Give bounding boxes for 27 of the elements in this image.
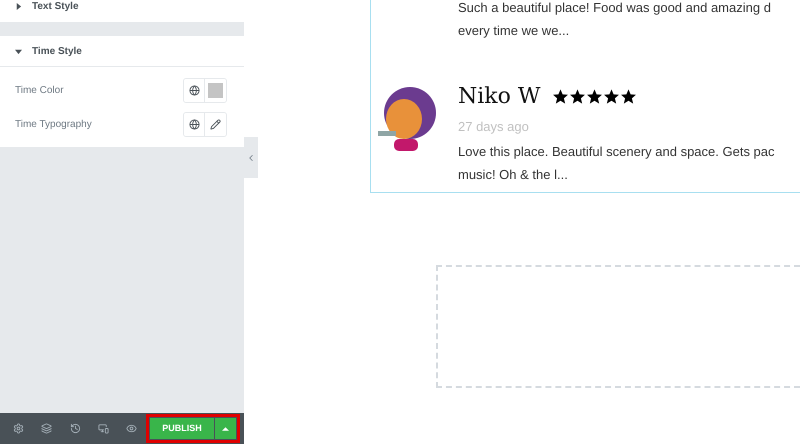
caret-right-icon <box>15 3 22 10</box>
review-time: 27 days ago <box>458 118 530 136</box>
caret-down-icon <box>15 48 22 54</box>
control-group[interactable] <box>183 112 227 136</box>
control-label: Time Color <box>15 84 64 98</box>
layers-icon[interactable] <box>41 423 52 434</box>
star-icon <box>620 88 638 105</box>
settings-icon[interactable] <box>12 423 24 434</box>
review-text: Love this place. Beautiful scenery and space. Gets pac music! Oh & the l... <box>458 142 776 184</box>
caret-up-icon <box>222 426 230 430</box>
publish-options-button[interactable] <box>215 418 236 439</box>
review-text: Such a beautiful place! Food was good and amazing d every time we we... <box>458 0 772 40</box>
globe-icon[interactable] <box>188 118 200 130</box>
star-icon <box>586 88 604 105</box>
star-icon <box>603 88 620 105</box>
pencil-icon[interactable] <box>210 118 221 130</box>
control-group[interactable] <box>183 78 227 102</box>
globe-icon[interactable] <box>188 84 200 96</box>
reviewer-name: Niko W <box>458 83 540 111</box>
color-swatch[interactable] <box>208 82 223 98</box>
star-icon <box>552 88 570 105</box>
history-icon[interactable] <box>70 423 81 434</box>
section-header[interactable]: Text Style <box>0 0 244 22</box>
control-label: Time Typography <box>15 118 92 132</box>
eye-icon[interactable] <box>126 423 138 434</box>
devices-icon[interactable] <box>98 423 109 434</box>
star-icon <box>569 88 586 105</box>
